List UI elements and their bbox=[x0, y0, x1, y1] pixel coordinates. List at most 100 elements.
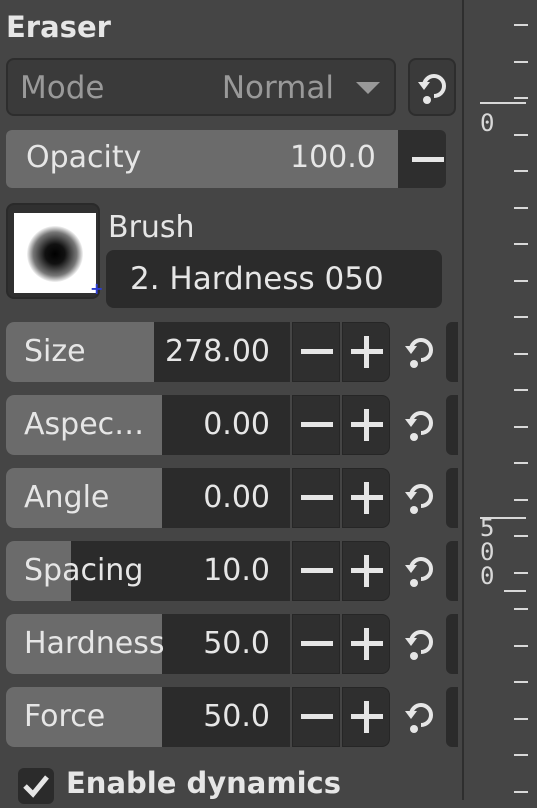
reset-icon bbox=[405, 484, 433, 514]
slider-row: Aspec… 0.00 bbox=[6, 395, 390, 455]
ruler-label-digit: 0 bbox=[480, 538, 495, 566]
reset-icon bbox=[405, 338, 433, 368]
plus-icon-stem bbox=[364, 555, 369, 587]
reset-button[interactable] bbox=[400, 552, 438, 590]
brush-name-field[interactable]: 2. Hardness 050 bbox=[106, 250, 442, 308]
slider-label: Aspec… bbox=[24, 407, 145, 442]
opacity-slider[interactable]: Opacity 100.0 bbox=[6, 130, 446, 188]
brush-label: Brush bbox=[108, 210, 195, 245]
slider-value: 0.00 bbox=[203, 480, 270, 515]
minus-icon[interactable] bbox=[412, 157, 444, 162]
vertical-ruler[interactable]: 0500 bbox=[462, 0, 537, 800]
ruler-tick bbox=[514, 535, 528, 537]
increment-button[interactable] bbox=[342, 322, 390, 382]
checkmark-icon bbox=[23, 775, 49, 798]
ruler-tick bbox=[514, 280, 528, 282]
slider-bar[interactable]: Force 50.0 bbox=[6, 687, 290, 747]
ruler-tick bbox=[514, 681, 528, 683]
ruler-tick bbox=[514, 718, 528, 720]
decrement-button[interactable] bbox=[292, 614, 340, 674]
brush-preview-canvas: + bbox=[14, 213, 103, 298]
ruler-tick bbox=[514, 24, 528, 26]
ruler-major-tick bbox=[504, 590, 526, 592]
slider-label: Hardness bbox=[24, 626, 165, 661]
plus-icon-stem bbox=[364, 628, 369, 660]
mode-reset-button[interactable] bbox=[408, 58, 456, 116]
ruler-tick bbox=[514, 645, 528, 647]
decrement-button[interactable] bbox=[292, 541, 340, 601]
ruler-tick bbox=[514, 170, 528, 172]
decrement-button[interactable] bbox=[292, 322, 340, 382]
reset-icon bbox=[418, 74, 446, 104]
slider-bar[interactable]: Size 278.00 bbox=[6, 322, 290, 382]
minus-icon bbox=[301, 495, 333, 500]
slider-edge bbox=[446, 614, 458, 674]
ruler-tick bbox=[514, 426, 528, 428]
ruler-tick bbox=[514, 61, 528, 63]
decrement-button[interactable] bbox=[292, 395, 340, 455]
ruler-tick bbox=[514, 791, 528, 793]
plus-icon-stem bbox=[364, 482, 369, 514]
chevron-down-icon bbox=[356, 82, 380, 94]
ruler-label: 0 bbox=[480, 109, 495, 137]
ruler-major-tick bbox=[480, 102, 526, 104]
ruler-tick bbox=[514, 608, 528, 610]
reset-button[interactable] bbox=[400, 333, 438, 371]
slider-edge bbox=[446, 468, 458, 528]
increment-button[interactable] bbox=[342, 395, 390, 455]
ruler-tick bbox=[514, 207, 528, 209]
mode-label: Mode bbox=[20, 70, 105, 106]
brush-preview-button[interactable]: + bbox=[6, 203, 103, 299]
slider-bar[interactable]: Aspec… 0.00 bbox=[6, 395, 290, 455]
ruler-tick bbox=[514, 97, 528, 99]
slider-label: Spacing bbox=[24, 553, 144, 588]
brush-shape bbox=[27, 226, 83, 282]
minus-icon bbox=[301, 349, 333, 354]
ruler-tick bbox=[514, 316, 528, 318]
reset-button[interactable] bbox=[400, 479, 438, 517]
slider-bar[interactable]: Angle 0.00 bbox=[6, 468, 290, 528]
slider-row: Spacing 10.0 bbox=[6, 541, 390, 601]
ruler-tick bbox=[514, 243, 528, 245]
ruler-tick bbox=[514, 353, 528, 355]
slider-bar[interactable]: Hardness 50.0 bbox=[6, 614, 290, 674]
slider-edge bbox=[446, 541, 458, 601]
ruler-tick bbox=[514, 134, 528, 136]
decrement-button[interactable] bbox=[292, 687, 340, 747]
reset-button[interactable] bbox=[400, 625, 438, 663]
increment-button[interactable] bbox=[342, 541, 390, 601]
slider-row: Hardness 50.0 bbox=[6, 614, 390, 674]
slider-value: 50.0 bbox=[203, 699, 270, 734]
mode-value: Normal bbox=[221, 70, 334, 106]
minus-icon bbox=[301, 641, 333, 646]
slider-row: Size 278.00 bbox=[6, 322, 390, 382]
plus-icon-stem bbox=[364, 409, 369, 441]
reset-icon bbox=[405, 630, 433, 660]
opacity-value: 100.0 bbox=[290, 140, 376, 175]
enable-dynamics-label[interactable]: Enable dynamics bbox=[66, 766, 341, 800]
decrement-button[interactable] bbox=[292, 468, 340, 528]
slider-label: Angle bbox=[24, 480, 110, 515]
reset-icon bbox=[405, 557, 433, 587]
slider-bar[interactable]: Spacing 10.0 bbox=[6, 541, 290, 601]
ruler-tick bbox=[514, 572, 528, 574]
mode-dropdown[interactable]: Mode Normal bbox=[6, 58, 396, 116]
enable-dynamics-checkbox[interactable] bbox=[18, 768, 54, 804]
minus-icon bbox=[301, 422, 333, 427]
reset-button[interactable] bbox=[400, 698, 438, 736]
minus-icon bbox=[301, 714, 333, 719]
ruler-tick bbox=[514, 499, 528, 501]
increment-button[interactable] bbox=[342, 468, 390, 528]
slider-value: 10.0 bbox=[203, 553, 270, 588]
reset-button[interactable] bbox=[400, 406, 438, 444]
slider-row: Force 50.0 bbox=[6, 687, 390, 747]
increment-button[interactable] bbox=[342, 614, 390, 674]
opacity-label: Opacity bbox=[26, 140, 142, 175]
plus-icon-stem bbox=[364, 336, 369, 368]
slider-value: 278.00 bbox=[165, 334, 270, 369]
plus-marker-icon: + bbox=[90, 279, 104, 298]
slider-value: 50.0 bbox=[203, 626, 270, 661]
plus-icon-stem bbox=[364, 701, 369, 733]
slider-label: Force bbox=[24, 699, 106, 734]
increment-button[interactable] bbox=[342, 687, 390, 747]
